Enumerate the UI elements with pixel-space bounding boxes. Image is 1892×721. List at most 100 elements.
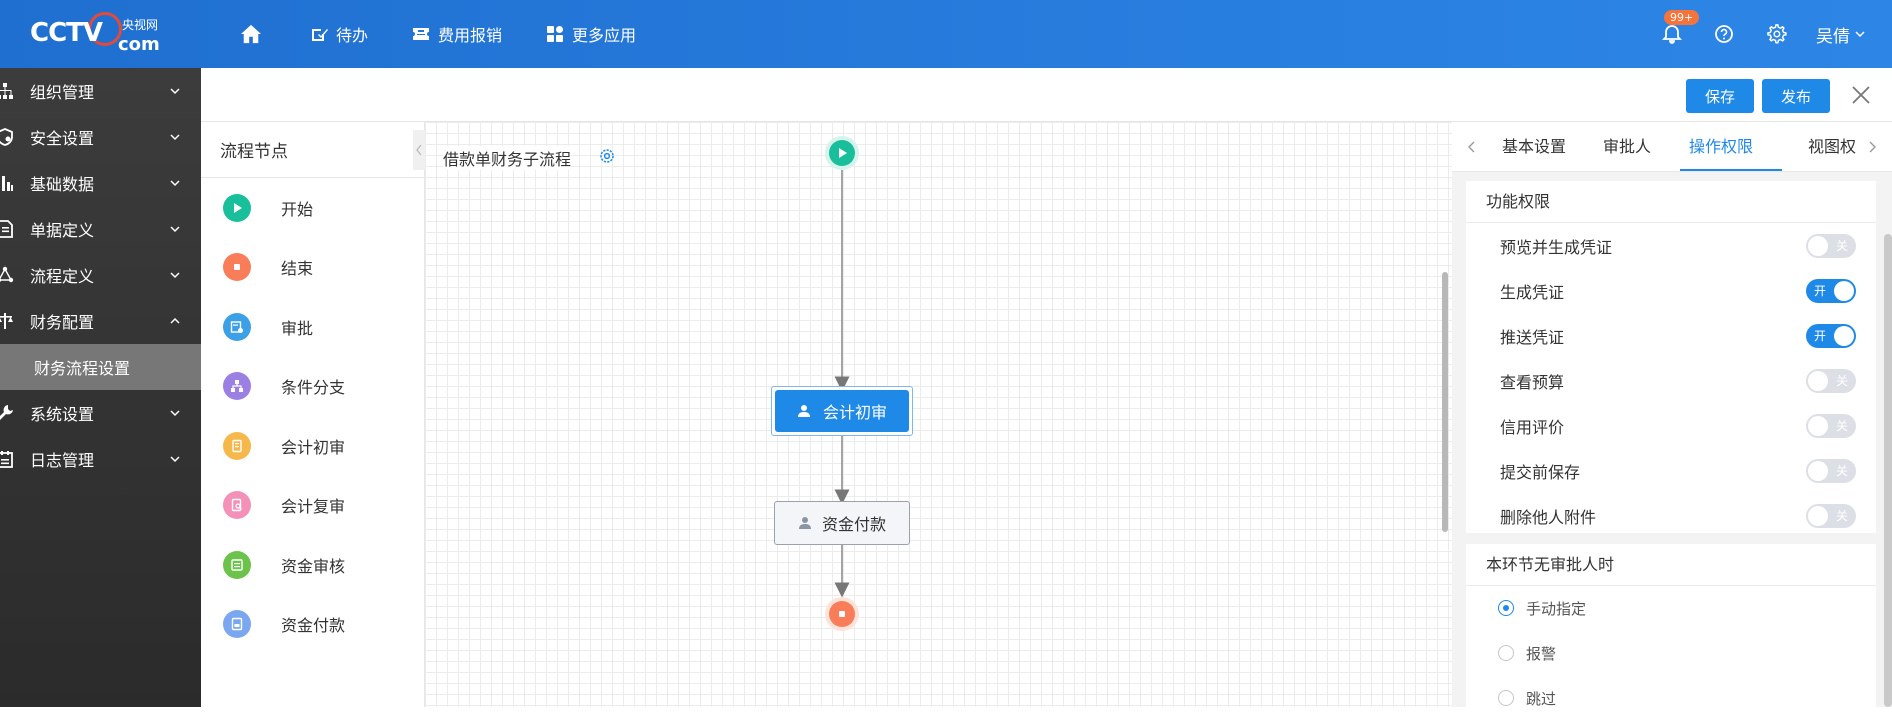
payment-doc-icon <box>223 610 251 639</box>
cctv-logo[interactable]: CCTV 央视网 com <box>30 12 170 56</box>
flow-node-accounting-first[interactable]: 会计初审 <box>775 390 909 432</box>
main-nav: 待办 费用报销 更多应用 <box>240 0 680 68</box>
flow-network-icon <box>0 266 14 283</box>
node-item-label: 资金付款 <box>281 616 346 636</box>
nav-home[interactable] <box>240 24 262 44</box>
function-permission-card: 功能权限 预览并生成凭证关生成凭证开推送凭证开查看预算关信用评价关提交前保存关删… <box>1466 181 1876 533</box>
header-tools: 99+ 吴倩 <box>1660 0 1892 68</box>
no-approver-option[interactable]: 跳过 <box>1466 676 1876 721</box>
flow-node-label: 资金付款 <box>821 515 886 534</box>
flow-start-node[interactable] <box>825 136 859 170</box>
flow-canvas[interactable]: 借款单财务子流程 会计初审 资金付款 <box>413 122 1464 707</box>
radio-circle[interactable] <box>1498 690 1514 706</box>
radio-label: 报警 <box>1526 645 1557 663</box>
permission-toggle[interactable]: 关 <box>1806 368 1856 393</box>
tab-scroll-right-icon[interactable] <box>1866 140 1878 154</box>
node-item-accounting-review[interactable]: 会计复审 <box>201 476 424 536</box>
flow-node-fund-payment[interactable]: 资金付款 <box>774 501 910 545</box>
nav-more-apps-label: 更多应用 <box>572 26 637 45</box>
logo-text: CCTV <box>30 18 103 48</box>
sidebar-item-label: 系统设置 <box>30 405 95 424</box>
review-doc-icon <box>223 491 251 520</box>
nav-more-apps[interactable]: 更多应用 <box>546 22 636 46</box>
node-item-label: 开始 <box>281 199 314 219</box>
node-item-fund-payment[interactable]: 资金付款 <box>201 595 424 655</box>
radio-circle[interactable] <box>1498 645 1514 661</box>
permission-row: 预览并生成凭证 关 <box>1466 223 1876 268</box>
node-item-approve[interactable]: 审批 <box>201 297 424 357</box>
sidebar-item-label: 单据定义 <box>30 221 95 240</box>
settings-button[interactable] <box>1764 22 1788 46</box>
permission-toggle[interactable]: 开 <box>1806 323 1856 348</box>
chevron-up-icon <box>170 317 180 324</box>
document-icon <box>0 220 13 238</box>
canvas-scrollbar[interactable] <box>1442 272 1448 532</box>
toggle-state-text: 关 <box>1835 373 1848 388</box>
bar-chart-icon <box>2 176 13 191</box>
permission-label: 推送凭证 <box>1500 327 1565 347</box>
permission-toggle[interactable]: 关 <box>1806 413 1856 438</box>
radio-label: 手动指定 <box>1526 600 1587 618</box>
node-item-branch[interactable]: 条件分支 <box>201 357 424 417</box>
gear-icon <box>1767 24 1787 44</box>
permission-toggle[interactable]: 关 <box>1806 233 1856 258</box>
permission-label: 生成凭证 <box>1500 282 1565 302</box>
node-item-label: 结束 <box>281 259 314 279</box>
radio-label: 跳过 <box>1526 690 1557 708</box>
username-label: 吴倩 <box>1816 26 1850 47</box>
publish-button[interactable]: 发布 <box>1762 79 1830 113</box>
panel-scrollbar[interactable] <box>1884 234 1892 707</box>
permission-toggle[interactable]: 关 <box>1806 458 1856 483</box>
permission-label: 查看预算 <box>1500 372 1565 392</box>
properties-tabs: 基本设置 审批人 操作权限 视图权 <box>1452 122 1892 172</box>
no-approver-option[interactable]: 报警 <box>1466 631 1876 676</box>
permission-row: 推送凭证 开 <box>1466 313 1876 358</box>
sidebar-item-log-manage[interactable]: 日志管理 <box>0 436 201 482</box>
sidebar-item-org[interactable]: 组织管理 <box>0 68 201 114</box>
sidebar-item-finance-config[interactable]: 财务配置 <box>0 298 201 344</box>
function-permission-title: 功能权限 <box>1466 181 1876 223</box>
sidebar-item-system-setting[interactable]: 系统设置 <box>0 390 201 436</box>
sidebar-item-finance-flow-setting[interactable]: 财务流程设置 <box>0 344 201 390</box>
tab-operation-permission[interactable]: 操作权限 <box>1689 122 1753 172</box>
tab-view-permission[interactable]: 视图权 <box>1808 122 1856 172</box>
permission-toggle[interactable]: 开 <box>1806 278 1856 303</box>
todo-icon <box>312 29 328 41</box>
node-item-accounting-first[interactable]: 会计初审 <box>201 416 424 476</box>
node-item-fund-audit[interactable]: 资金审核 <box>201 535 424 595</box>
user-menu[interactable]: 吴倩 <box>1816 22 1866 47</box>
flow-end-node[interactable] <box>825 597 859 631</box>
flow-nodes-title: 流程节点 <box>201 122 424 178</box>
permission-row: 查看预算 关 <box>1466 358 1876 403</box>
help-button[interactable] <box>1712 22 1736 46</box>
notification-button[interactable]: 99+ <box>1660 10 1700 46</box>
node-item-start[interactable]: 开始 <box>201 178 424 238</box>
close-icon[interactable] <box>1850 84 1872 106</box>
toggle-knob <box>1808 235 1828 256</box>
nav-expense[interactable]: 费用报销 <box>412 22 502 46</box>
collapse-left-handle[interactable] <box>413 130 425 170</box>
toggle-state-text: 关 <box>1835 508 1848 523</box>
sidebar-item-security[interactable]: 安全设置 <box>0 114 201 160</box>
play-icon <box>223 193 251 222</box>
tab-basic-settings[interactable]: 基本设置 <box>1502 122 1566 172</box>
properties-panel: 基本设置 审批人 操作权限 视图权 功能权限 预览并生成凭证关生成凭证开推送凭证… <box>1452 122 1892 708</box>
sidebar-item-basic-data[interactable]: 基础数据 <box>0 160 201 206</box>
radio-circle[interactable] <box>1498 600 1514 616</box>
sidebar: 组织管理 安全设置 基础数据 单据定义 流程定义 财务配置 财务流程设置 系统设… <box>0 68 201 707</box>
stop-icon <box>829 601 855 627</box>
sidebar-item-label: 流程定义 <box>30 267 95 286</box>
sidebar-item-flow-define[interactable]: 流程定义 <box>0 252 201 298</box>
permission-toggle[interactable]: 关 <box>1806 503 1856 528</box>
stop-icon <box>223 253 251 282</box>
sidebar-item-doc-define[interactable]: 单据定义 <box>0 206 201 252</box>
toggle-state-text: 开 <box>1814 328 1827 343</box>
node-item-end[interactable]: 结束 <box>201 238 424 298</box>
nav-todo[interactable]: 待办 <box>310 22 368 46</box>
node-item-label: 会计复审 <box>281 497 346 517</box>
sidebar-item-label: 组织管理 <box>30 83 95 102</box>
tab-scroll-left-icon[interactable] <box>1466 140 1478 154</box>
no-approver-option[interactable]: 手动指定 <box>1466 586 1876 631</box>
tab-approver[interactable]: 审批人 <box>1603 122 1651 172</box>
save-button[interactable]: 保存 <box>1686 79 1754 113</box>
